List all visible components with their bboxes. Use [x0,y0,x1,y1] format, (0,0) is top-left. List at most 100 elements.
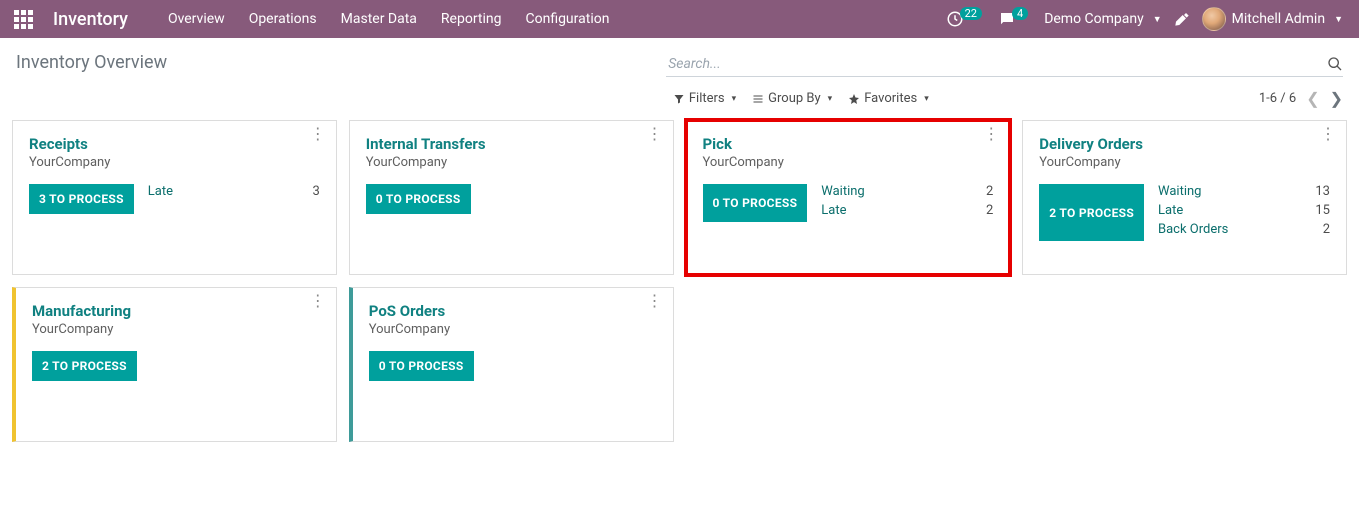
card-subtitle: YourCompany [29,155,320,170]
star-icon [848,93,860,105]
pager-next[interactable]: ❯ [1330,89,1343,108]
funnel-icon [673,93,685,105]
card-title[interactable]: Delivery Orders [1039,135,1330,153]
process-button[interactable]: 0 TO PROCESS [703,184,808,222]
chevron-down-icon: ▼ [1334,14,1343,25]
avatar [1202,7,1226,31]
activity-icon[interactable]: 22 [946,10,986,28]
card-body: 0 TO PROCESS [369,351,657,381]
stat-label: Late [1158,203,1183,218]
page-title: Inventory Overview [16,52,666,73]
debug-icon[interactable] [1174,11,1190,27]
chevron-down-icon: ▼ [1153,14,1162,25]
stat-label: Late [821,203,846,218]
kanban-card[interactable]: ⋮PickYourCompany0 TO PROCESSWaiting2Late… [686,120,1011,275]
control-panel: Filters ▾ Group By ▾ Favorites ▾ 1-6 / 6… [0,85,1359,120]
nav-overview[interactable]: Overview [156,1,237,37]
process-button[interactable]: 0 TO PROCESS [369,351,474,381]
topbar-right: 22 4 Demo Company ▼ Mitchell Admin ▼ [946,7,1351,31]
card-menu-icon[interactable]: ⋮ [310,298,326,304]
messages-badge: 4 [1012,7,1028,20]
card-title[interactable]: Manufacturing [32,302,320,320]
card-stats: Late3 [148,184,320,214]
process-button[interactable]: 2 TO PROCESS [32,351,137,381]
card-title[interactable]: Internal Transfers [366,135,657,153]
groupby-label: Group By [768,91,821,106]
card-menu-icon[interactable]: ⋮ [310,131,326,137]
kanban-card[interactable]: ⋮Internal Transfers YourCompany 0 TO PROCE… [349,120,674,275]
favorites-label: Favorites [864,91,917,106]
card-menu-icon[interactable]: ⋮ [647,298,663,304]
filters-dropdown[interactable]: Filters ▾ [673,91,736,106]
card-body: 3 TO PROCESS Late3 [29,184,320,214]
search-input[interactable] [666,52,1327,76]
process-button[interactable]: 2 TO PROCESS [1039,184,1144,241]
stat-row[interactable]: Waiting 13 [1158,184,1330,199]
card-menu-icon[interactable]: ⋮ [647,131,663,137]
stat-label: Back Orders [1158,222,1228,237]
kanban-card[interactable]: ⋮Receipts YourCompany 3 TO PROCESS Late3 [12,120,337,275]
stat-row[interactable]: Late 2 [821,203,993,218]
brand[interactable]: Inventory [53,9,128,30]
stat-value: 2 [1323,222,1330,237]
card-subtitle: YourCompany [703,155,994,170]
kanban-card[interactable]: ⋮Manufacturing YourCompany 2 TO PROCESS [12,287,337,442]
messages-icon[interactable]: 4 [998,10,1032,28]
card-subtitle: YourCompany [366,155,657,170]
stat-value: 13 [1315,184,1330,199]
kanban-board: ⋮ReceiptsYourCompany3 TO PROCESSLate3⋮In… [0,120,1359,442]
list-icon [752,93,764,105]
stat-label: Waiting [1158,184,1201,199]
card-title[interactable]: PoS Orders [369,302,657,320]
card-menu-icon[interactable]: ⋮ [983,131,999,137]
stat-row[interactable]: Back Orders 2 [1158,222,1330,237]
user-menu[interactable]: Mitchell Admin ▼ [1202,7,1343,31]
chevron-down-icon: ▾ [924,94,929,104]
stat-row[interactable]: Waiting 2 [821,184,993,199]
pager-prev[interactable]: ❮ [1306,89,1319,108]
main-nav: Overview Operations Master Data Reportin… [156,1,622,37]
company-name: Demo Company [1044,11,1144,27]
stat-value: 15 [1315,203,1330,218]
search-area [666,52,1343,77]
card-subtitle: YourCompany [1039,155,1330,170]
card-body: 2 TO PROCESS [32,351,320,381]
card-body: 0 TO PROCESS [366,184,657,214]
nav-reporting[interactable]: Reporting [429,1,514,37]
card-title[interactable]: Pick [703,135,994,153]
stat-value: 3 [312,184,319,199]
nav-configuration[interactable]: Configuration [513,1,621,37]
card-stats: Waiting 2 Late 2 [821,184,993,222]
user-name: Mitchell Admin [1232,11,1325,27]
favorites-dropdown[interactable]: Favorites ▾ [848,91,929,106]
stat-value: 2 [986,184,993,199]
card-title[interactable]: Receipts [29,135,320,153]
topbar: Inventory Overview Operations Master Dat… [0,0,1359,38]
stat-value: 2 [986,203,993,218]
pager-range[interactable]: 1-6 / 6 [1259,91,1296,106]
card-subtitle: YourCompany [369,322,657,337]
stat-row[interactable]: Late 15 [1158,203,1330,218]
card-menu-icon[interactable]: ⋮ [1320,131,1336,137]
search-icon[interactable] [1327,56,1343,72]
process-button[interactable]: 3 TO PROCESS [29,184,134,214]
kanban-card[interactable]: ⋮Delivery OrdersYourCompany2 TO PROCESSW… [1022,120,1347,275]
kanban-card[interactable]: ⋮PoS Orders YourCompany 0 TO PROCESS [349,287,674,442]
pager: 1-6 / 6 ❮ ❯ [1259,89,1343,108]
nav-operations[interactable]: Operations [237,1,329,37]
stat-row[interactable]: Late3 [148,184,320,199]
apps-icon[interactable] [8,4,39,35]
card-stats: Waiting 13 Late 15 Back Orders 2 [1158,184,1330,241]
titlebar: Inventory Overview [0,38,1359,85]
chevron-down-icon: ▾ [828,94,833,104]
process-button[interactable]: 0 TO PROCESS [366,184,471,214]
company-switcher[interactable]: Demo Company ▼ [1044,11,1161,27]
filters-label: Filters [689,91,725,106]
groupby-dropdown[interactable]: Group By ▾ [752,91,832,106]
chevron-down-icon: ▾ [732,94,737,104]
activity-badge: 22 [960,7,982,20]
card-body: 2 TO PROCESS Waiting 13 Late 15 Back Orders 2 [1039,184,1330,241]
stat-label: Waiting [821,184,864,199]
card-subtitle: YourCompany [32,322,320,337]
nav-master-data[interactable]: Master Data [329,1,429,37]
